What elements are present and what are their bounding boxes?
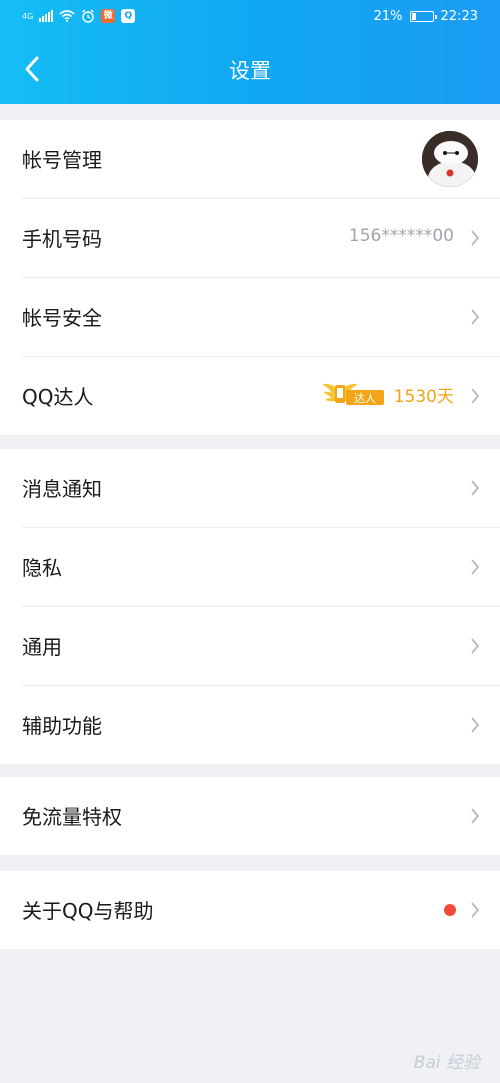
row-label: 帐号安全 [22, 306, 102, 330]
data-free-privilege-row[interactable]: 免流量特权 [22, 777, 500, 855]
general-group: 消息通知 隐私 通用 辅助功能 [0, 449, 500, 764]
row-label: 帐号管理 [22, 148, 102, 172]
nav-bar: 设置 [0, 40, 500, 100]
chevron-right-icon [471, 638, 480, 654]
row-label: 消息通知 [22, 477, 102, 501]
baidu-watermark: Bai 经验 [413, 1053, 480, 1073]
phone-number-value: 156******00 [348, 226, 454, 246]
data-free-group: 免流量特权 [0, 777, 500, 855]
qq-expert-badge: 达人 1530天 [320, 379, 454, 409]
wifi-icon [59, 10, 75, 22]
row-label: QQ达人 [22, 385, 94, 409]
account-security-row[interactable]: 帐号安全 [22, 278, 500, 357]
chevron-right-icon [471, 480, 480, 496]
signal-icon [39, 10, 54, 22]
chevron-right-icon [471, 902, 480, 918]
about-group: 关于QQ与帮助 [0, 871, 500, 949]
qq-app-icon: Q [121, 9, 136, 23]
avatar[interactable] [422, 131, 478, 187]
expert-days: 1530天 [393, 386, 454, 407]
privacy-row[interactable]: 隐私 [22, 528, 500, 607]
chevron-right-icon [471, 388, 480, 404]
account-group: 帐号管理 手机号码 156******00 帐号安全 QQ达人 达人 1530天 [0, 120, 500, 435]
winged-phone-icon: 达人 [321, 383, 384, 405]
clock: 22:23 [440, 9, 478, 24]
phone-number-row[interactable]: 手机号码 156******00 [22, 199, 500, 278]
chevron-right-icon [471, 309, 480, 325]
red-dot-badge [444, 904, 456, 916]
alarm-icon [82, 9, 95, 23]
chevron-right-icon [471, 808, 480, 824]
row-label: 关于QQ与帮助 [22, 899, 154, 923]
row-label: 隐私 [22, 556, 62, 580]
general-row[interactable]: 通用 [22, 607, 500, 686]
top-bar: 4G 微 Q 21% 22:23 设置 [0, 0, 500, 104]
row-label: 免流量特权 [22, 805, 122, 829]
battery-icon [409, 11, 437, 22]
chevron-right-icon [471, 717, 480, 733]
chevron-right-icon [471, 559, 480, 575]
page-title: 设置 [229, 59, 271, 83]
network-label: 4G [22, 11, 34, 21]
row-label: 辅助功能 [22, 714, 102, 738]
message-notification-row[interactable]: 消息通知 [22, 449, 500, 528]
expert-badge-text: 达人 [354, 392, 376, 405]
chevron-right-icon [471, 230, 480, 246]
row-label: 手机号码 [22, 227, 102, 251]
account-management-row[interactable]: 帐号管理 [22, 120, 500, 199]
qq-expert-row[interactable]: QQ达人 达人 1530天 [22, 357, 500, 435]
about-help-row[interactable]: 关于QQ与帮助 [22, 871, 500, 949]
weibo-app-icon: 微 [101, 9, 116, 23]
accessibility-row[interactable]: 辅助功能 [22, 686, 500, 764]
battery-percent: 21% [373, 9, 403, 24]
status-bar: 4G 微 Q 21% 22:23 [0, 0, 500, 34]
row-label: 通用 [22, 635, 62, 659]
